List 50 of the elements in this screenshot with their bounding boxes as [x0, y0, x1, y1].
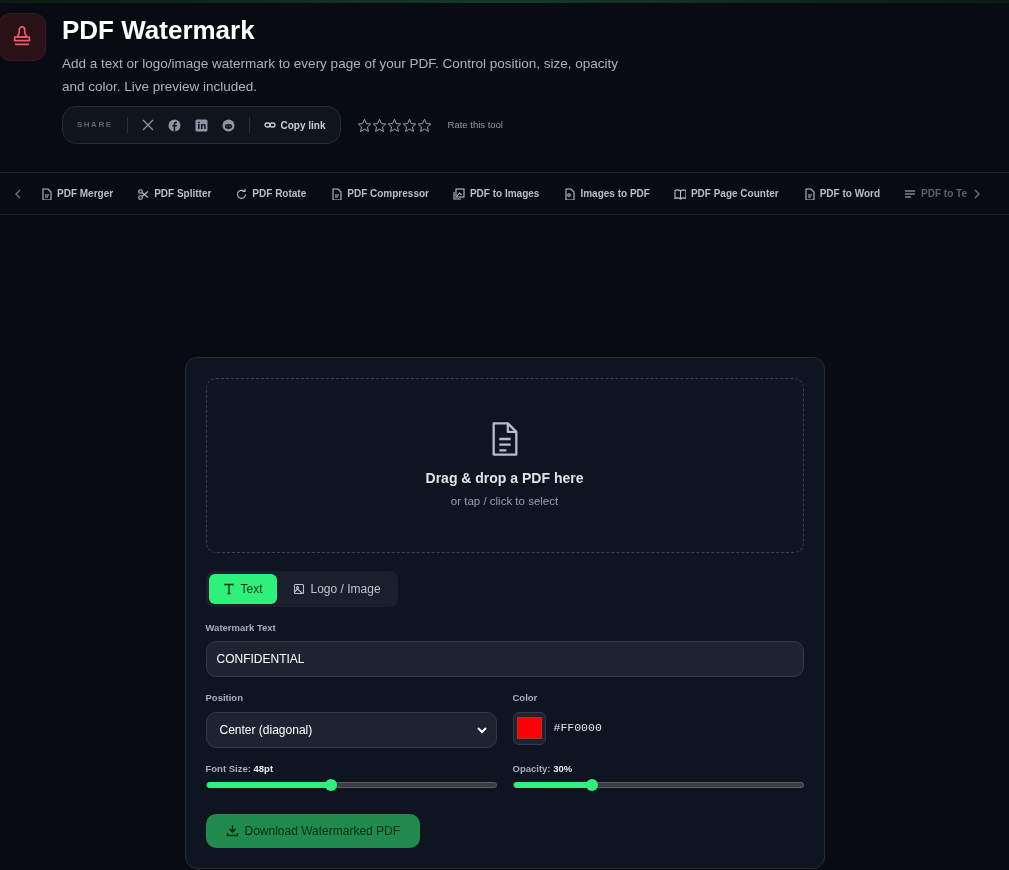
field-label: Watermark Text [205, 621, 277, 635]
rotate-icon [235, 187, 248, 200]
font-size-slider[interactable] [205, 781, 497, 788]
position-select[interactable]: Center (diagonal) [205, 711, 497, 748]
pdf-drop-zone[interactable]: Drag & drop a PDF here or tap / click to select [205, 378, 804, 553]
mode-tab[interactable]: Text [208, 574, 277, 604]
share-label: SHARE [77, 119, 113, 132]
x-logo-icon[interactable] [141, 119, 154, 132]
field-label: Position [205, 691, 244, 706]
opacity-slider[interactable] [512, 781, 804, 788]
stamp-icon [11, 26, 33, 48]
color-picker[interactable] [512, 711, 546, 745]
lines-icon [904, 187, 917, 200]
tool-nav-link[interactable]: Images to PDF [551, 186, 662, 201]
slider-thumb[interactable] [324, 778, 337, 791]
tool-nav-link[interactable]: PDF Compressor [318, 186, 441, 201]
file-icon [802, 187, 815, 200]
color-hex-value: #FF0000 [553, 720, 602, 737]
font-size-label: Font Size: 48pt [205, 761, 275, 776]
tool-nav-link[interactable]: PDF Rotate [223, 186, 319, 201]
tool-nav-link[interactable]: PDF Page Counter [661, 186, 791, 201]
image-file-icon [563, 187, 576, 200]
linkedin-icon[interactable] [194, 118, 208, 132]
book-icon [673, 187, 686, 200]
facebook-icon[interactable] [167, 118, 181, 132]
image-icon [292, 583, 305, 595]
drop-zone-title: Drag & drop a PDF here [425, 469, 584, 489]
tool-nav-link[interactable]: PDF Merger [28, 186, 126, 201]
download-icon [225, 824, 239, 838]
watermark-text-field[interactable]: CONFIDENTIAL [205, 641, 804, 678]
mode-tab[interactable]: Logo / Image [278, 574, 395, 604]
field-label: Color [512, 691, 539, 706]
copy-link-button[interactable]: Copy link [263, 117, 326, 133]
file-icon [330, 187, 343, 200]
slider-thumb[interactable] [585, 778, 598, 791]
reddit-icon[interactable] [221, 118, 235, 132]
tool-nav-link[interactable]: PDF to Images [440, 186, 552, 201]
tool-nav-link[interactable]: PDF Splitter [125, 186, 224, 201]
drop-zone-subtitle: or tap / click to select [450, 494, 559, 510]
text-icon [222, 583, 235, 595]
scissors-icon [137, 187, 150, 200]
rate-label: Rate this tool [447, 118, 503, 133]
file-icon [40, 187, 52, 200]
download-button[interactable]: Download Watermarked PDF [205, 813, 421, 848]
images-icon [452, 187, 465, 200]
star-rating[interactable] [356, 117, 432, 133]
tool-nav-link[interactable]: PDF to Word [790, 186, 893, 201]
page-description: Add a text or logo/image watermark to every page of your PDF. Control position, size, opacity and color. Live preview included. [62, 55, 620, 97]
page-title: PDF Watermark [62, 15, 256, 47]
opacity-label: Opacity: 30% [512, 761, 574, 776]
